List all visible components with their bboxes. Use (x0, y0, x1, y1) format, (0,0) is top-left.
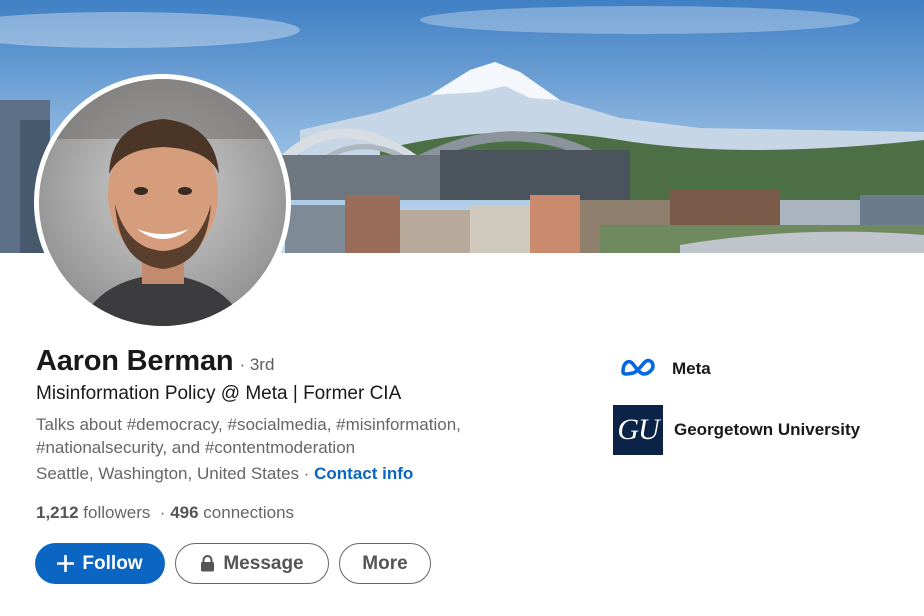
profile-photo[interactable] (34, 74, 291, 331)
stats-row: 1,212 followers · 496 connections (36, 503, 294, 523)
talks-about: Talks about #democracy, #socialmedia, #m… (36, 415, 461, 457)
more-label: More (362, 552, 408, 574)
followers-count: 1,212 (36, 503, 79, 522)
connection-degree: · 3rd (239, 355, 275, 374)
name-row: Aaron Berman · 3rd (36, 345, 274, 378)
connections-label[interactable]: connections (199, 503, 294, 522)
profile-headline: Misinformation Policy @ Meta | Former CI… (36, 383, 402, 404)
avatar (39, 79, 286, 326)
message-label: Message (223, 552, 304, 574)
connections-count[interactable]: 496 (170, 503, 198, 522)
location-separator: · (299, 464, 315, 483)
profile-name: Aaron Berman (36, 345, 234, 377)
follow-button[interactable]: Follow (35, 543, 165, 584)
message-button[interactable]: Message (175, 543, 329, 584)
school-name: Georgetown University (674, 420, 861, 439)
lock-icon (200, 555, 215, 572)
location: Seattle, Washington, United States (36, 464, 300, 483)
location-row: Seattle, Washington, United States · Con… (36, 464, 413, 484)
plus-icon (57, 555, 75, 572)
school-georgetown[interactable]: GU Georgetown University (613, 404, 860, 456)
follow-label: Follow (82, 552, 143, 574)
more-button[interactable]: More (339, 543, 431, 584)
contact-info-link[interactable]: Contact info (314, 464, 413, 483)
company-name: Meta (672, 359, 711, 378)
meta-logo-icon (620, 356, 656, 383)
company-meta[interactable]: Meta (620, 352, 711, 386)
georgetown-logo-icon: GU (613, 405, 663, 455)
connections-separator: · (150, 503, 171, 522)
followers-label: followers (78, 503, 151, 522)
